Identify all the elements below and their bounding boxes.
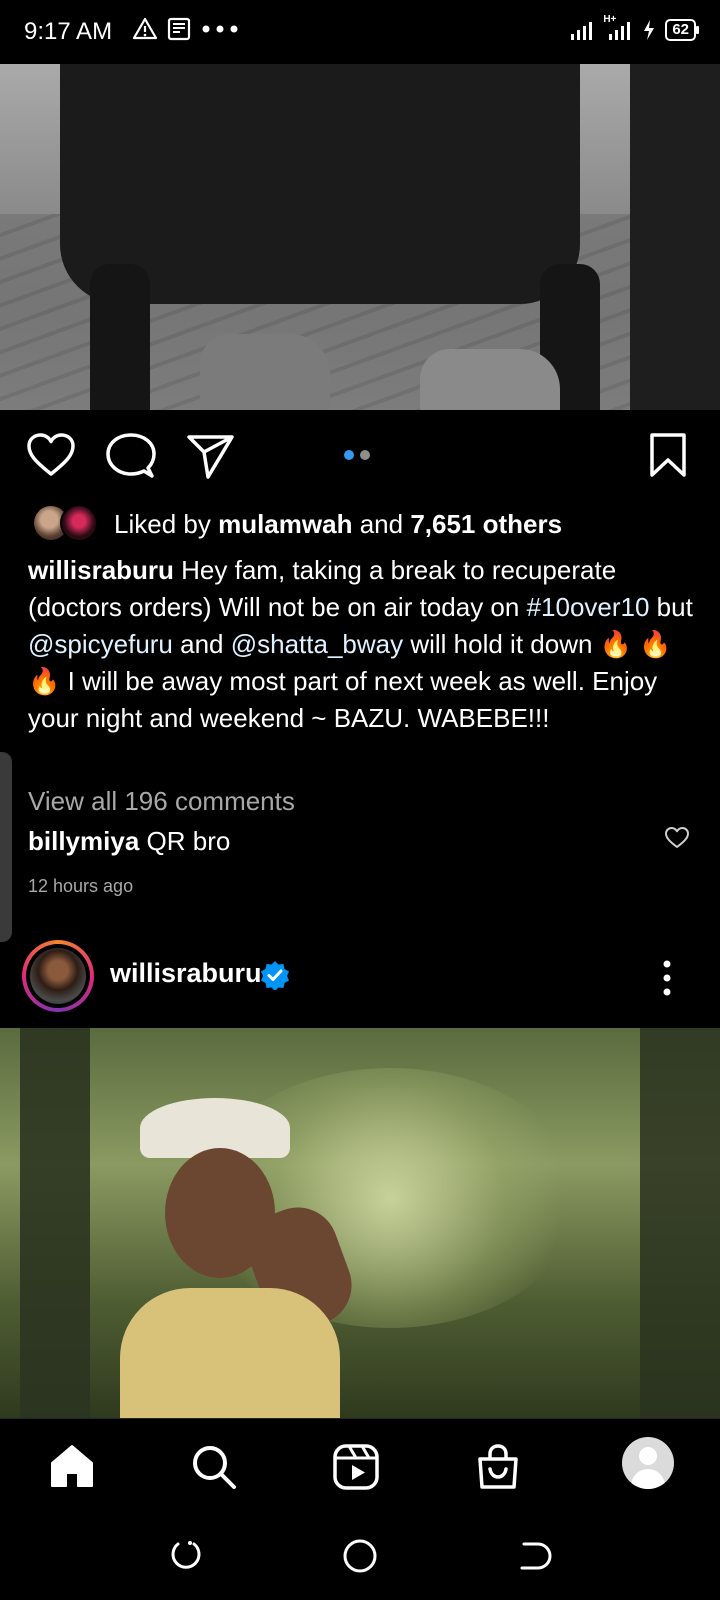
- liker-avatars: [32, 504, 100, 544]
- shop-icon[interactable]: [474, 1443, 522, 1491]
- carousel-dots: [344, 450, 370, 460]
- profile-avatar[interactable]: [622, 1437, 674, 1489]
- comment-text: QR bro: [139, 826, 231, 856]
- caption-text: but: [649, 592, 693, 622]
- post-actions: [0, 410, 720, 492]
- caption-mention[interactable]: @shatta_bway: [231, 629, 403, 659]
- like-heart-icon[interactable]: [26, 432, 76, 478]
- alert-triangle-icon: [132, 17, 158, 40]
- signal-hplus-icon: H+: [603, 14, 633, 42]
- photo-tree-right: [640, 1028, 720, 1418]
- more-dots-icon: [202, 25, 238, 33]
- signal-icon: [571, 22, 593, 40]
- carousel-dot-active: [344, 450, 354, 460]
- status-right: H+ 62: [569, 14, 699, 42]
- home-circle-icon[interactable]: [342, 1538, 378, 1574]
- post-caption: willisraburu Hey fam, taking a break to …: [28, 552, 698, 737]
- comment-username[interactable]: billymiya: [28, 826, 139, 856]
- story-ring-avatar[interactable]: [22, 940, 94, 1012]
- back-icon[interactable]: [516, 1538, 552, 1574]
- likes-text: Liked by mulamwah and 7,651 others: [114, 509, 562, 540]
- status-time: 9:17 AM: [24, 18, 113, 45]
- carousel-dot: [360, 450, 370, 460]
- post-timestamp: 12 hours ago: [28, 876, 134, 896]
- photo-door: [630, 64, 720, 410]
- reels-icon[interactable]: [332, 1443, 380, 1491]
- avatar: [30, 948, 86, 1004]
- comment-preview: billymiya QR bro: [28, 826, 230, 857]
- news-icon: [167, 17, 191, 41]
- profile-avatar-head: [639, 1447, 657, 1465]
- search-icon[interactable]: [190, 1443, 238, 1491]
- system-nav: [0, 1514, 720, 1600]
- home-icon[interactable]: [48, 1443, 96, 1489]
- view-comments-link[interactable]: View all 196 comments: [28, 786, 295, 817]
- likes-and: and: [359, 508, 404, 539]
- likes-summary[interactable]: Liked by mulamwah and 7,651 others: [32, 504, 562, 544]
- post-username[interactable]: willisraburu: [110, 958, 262, 989]
- caption-text: and: [172, 629, 231, 659]
- status-left-icons: [132, 16, 240, 42]
- share-send-icon[interactable]: [186, 432, 236, 480]
- comment-icon[interactable]: [106, 432, 156, 480]
- liker-username[interactable]: mulamwah: [218, 509, 352, 539]
- post-image[interactable]: [0, 64, 720, 410]
- post-image[interactable]: [0, 1028, 720, 1418]
- photo-boot-left: [200, 334, 330, 410]
- more-options-icon[interactable]: [660, 958, 674, 998]
- profile-avatar-body: [631, 1469, 665, 1489]
- comment-like-heart-icon[interactable]: [664, 826, 690, 850]
- caption-username[interactable]: willisraburu: [28, 555, 174, 585]
- post-header: willisraburu: [0, 940, 720, 1028]
- photo-chair-leg-left: [90, 264, 150, 410]
- status-bar: 9:17 AM H+ 62: [0, 0, 720, 64]
- edge-panel-handle[interactable]: [0, 752, 12, 942]
- verified-badge-icon: [261, 961, 289, 990]
- caption-hashtag[interactable]: #10over10: [527, 592, 650, 622]
- photo-dress: [120, 1288, 340, 1418]
- likes-others[interactable]: 7,651 others: [410, 509, 562, 539]
- bottom-nav: [0, 1418, 720, 1514]
- charging-icon: [644, 20, 655, 40]
- photo-boot-right: [420, 349, 560, 410]
- recents-icon[interactable]: [168, 1538, 204, 1574]
- caption-mention[interactable]: @spicyefuru: [28, 629, 173, 659]
- battery-indicator: 62: [665, 19, 699, 41]
- likes-prefix: Liked by: [114, 508, 211, 539]
- photo-tree-left: [20, 1028, 90, 1418]
- save-bookmark-icon[interactable]: [648, 432, 688, 478]
- liker-avatar: [60, 504, 98, 542]
